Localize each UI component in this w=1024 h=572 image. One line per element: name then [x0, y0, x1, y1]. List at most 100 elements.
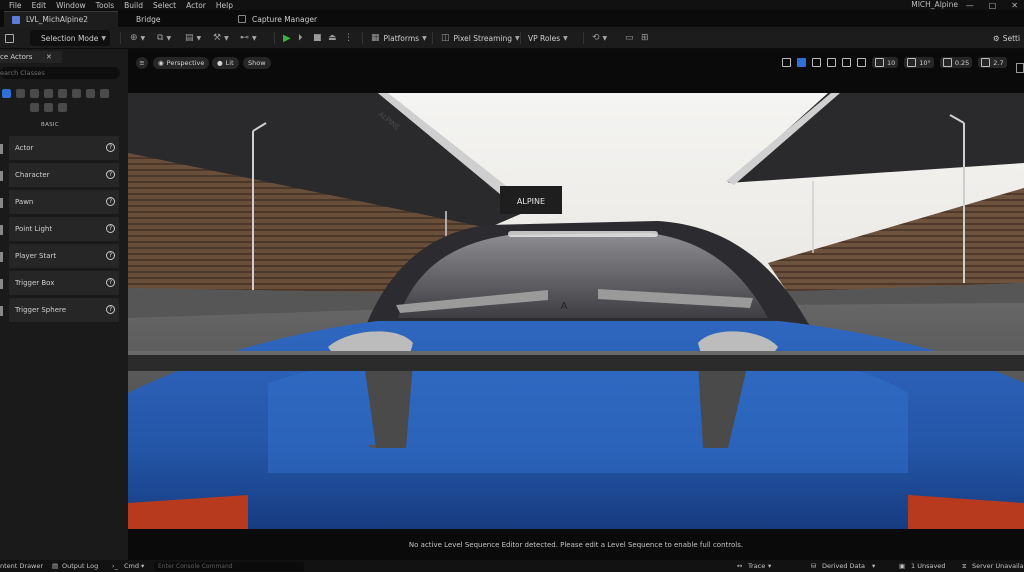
all-classes-category-icon[interactable]	[100, 89, 109, 98]
pixel-streaming-dropdown[interactable]: ◫ Pixel Streaming ▼	[441, 27, 520, 49]
geometry-category-icon[interactable]	[72, 89, 81, 98]
maximize-button[interactable]: □	[989, 1, 997, 10]
lights-category-icon[interactable]	[16, 89, 25, 98]
grid-snap-toggle[interactable]: 10	[872, 57, 899, 68]
move-tool-icon[interactable]	[797, 58, 806, 67]
actor-item-player-start[interactable]: Player Start ?	[9, 244, 119, 268]
play-button[interactable]: ▶	[283, 27, 291, 49]
minimize-button[interactable]: —	[966, 1, 974, 10]
rotate-tool-icon[interactable]	[812, 58, 821, 67]
recently-placed-icon[interactable]	[44, 103, 53, 112]
stop-icon[interactable]: ■	[313, 27, 322, 49]
trace-dropdown[interactable]: Trace	[748, 560, 765, 572]
menu-help[interactable]: Help	[211, 1, 238, 10]
launch-icon[interactable]: ⊷ ▼	[240, 27, 257, 49]
tab-capture-manager[interactable]: Capture Manager	[230, 11, 325, 27]
actor-item-point-light[interactable]: Point Light ?	[9, 217, 119, 241]
menu-edit[interactable]: Edit	[27, 1, 52, 10]
platforms-dropdown[interactable]: ▦ Platforms ▼	[371, 27, 427, 49]
vp-roles-dropdown[interactable]: VP Roles ▼	[528, 27, 568, 49]
lit-button[interactable]: ● Lit	[212, 57, 239, 69]
perspective-label: Perspective	[166, 59, 205, 67]
document-tab-bar: LVL_MichAlpine2 Bridge Capture Manager	[0, 10, 1024, 27]
shapes-category-icon[interactable]	[30, 89, 39, 98]
monitor-icon[interactable]: ▭	[625, 27, 634, 49]
search-classes-input[interactable]: earch Classes	[0, 67, 120, 79]
output-log-button[interactable]: Output Log	[62, 560, 98, 572]
close-icon[interactable]: ✕	[46, 51, 52, 63]
select-tool-icon[interactable]	[782, 58, 791, 67]
perspective-button[interactable]: ◉ Perspective	[153, 57, 210, 69]
surface-snap-icon[interactable]	[857, 58, 866, 67]
step-icon[interactable]: ⏵	[298, 27, 303, 49]
eject-icon[interactable]: ⏏	[328, 27, 337, 49]
navigation-icon[interactable]	[58, 103, 67, 112]
server-status[interactable]: Server Unavailab	[972, 560, 1024, 572]
menu-window[interactable]: Window	[51, 1, 91, 10]
chevron-down-icon: ▼	[514, 34, 520, 42]
close-window-button[interactable]: ✕	[1011, 1, 1018, 10]
help-icon[interactable]: ?	[106, 251, 115, 260]
cmd-dropdown[interactable]: Cmd	[124, 560, 139, 572]
scale-snap-toggle[interactable]: 0.25	[939, 57, 973, 68]
visual-effects-category-icon[interactable]	[58, 89, 67, 98]
menu-actor[interactable]: Actor	[181, 1, 211, 10]
menu-file[interactable]: File	[0, 1, 27, 10]
help-icon[interactable]: ?	[106, 170, 115, 179]
pixel-streaming-label: Pixel Streaming	[453, 33, 512, 43]
actor-item-trigger-box[interactable]: Trigger Box ?	[9, 271, 119, 295]
help-icon[interactable]: ?	[106, 143, 115, 152]
actor-item-label: Trigger Box	[15, 279, 55, 287]
actor-item-label: Point Light	[15, 225, 53, 233]
help-icon[interactable]: ?	[106, 278, 115, 287]
actor-item-character[interactable]: Character ?	[9, 163, 119, 187]
grid-icon[interactable]: ⊞	[641, 27, 649, 49]
cinematics-icon[interactable]: ▤ ▼	[185, 27, 201, 49]
volumes-category-icon[interactable]	[86, 89, 95, 98]
tab-level[interactable]: LVL_MichAlpine2	[4, 11, 118, 27]
blueprint-icon[interactable]: ⧉ ▼	[157, 27, 171, 49]
add-content-icon[interactable]: ⊕ ▼	[130, 27, 145, 49]
tab-bridge[interactable]: Bridge	[128, 11, 168, 27]
help-icon[interactable]: ?	[106, 197, 115, 206]
grid-snap-value: 10	[887, 58, 896, 67]
menu-bar: File Edit Window Tools Build Select Acto…	[0, 0, 1024, 10]
place-actors-tab[interactable]: ce Actors ✕	[0, 51, 62, 63]
transform-tools: 10 10° 0.25 2.7	[782, 56, 1007, 69]
viewport-menu-icon[interactable]: ≡	[136, 57, 148, 69]
save-icon[interactable]	[5, 27, 18, 49]
lit-icon: ●	[217, 59, 223, 67]
camera-speed-button[interactable]: 2.7	[978, 57, 1007, 68]
actor-item-label: Actor	[15, 144, 34, 152]
rotation-snap-toggle[interactable]: 10°	[904, 57, 934, 68]
actor-item-label: Pawn	[15, 198, 34, 206]
help-icon[interactable]: ?	[106, 305, 115, 314]
derived-data-dropdown[interactable]: Derived Data	[822, 560, 865, 572]
content-drawer-button[interactable]: ntent Drawer	[0, 560, 43, 572]
show-button[interactable]: Show	[243, 57, 271, 69]
unsaved-count[interactable]: 1 Unsaved	[911, 560, 945, 572]
help-icon[interactable]: ?	[106, 224, 115, 233]
settings-button[interactable]: ⚙ Setti	[993, 27, 1020, 49]
actor-item-trigger-sphere[interactable]: Trigger Sphere ?	[9, 298, 119, 322]
virtual-production-icon[interactable]	[30, 103, 39, 112]
actor-item-pawn[interactable]: Pawn ?	[9, 190, 119, 214]
menu-tools[interactable]: Tools	[91, 1, 119, 10]
cinematic-category-icon[interactable]	[44, 89, 53, 98]
source-control-icon[interactable]: ⟲ ▼	[592, 27, 607, 49]
world-space-icon[interactable]	[842, 58, 851, 67]
basic-category-icon[interactable]	[2, 89, 11, 98]
maximize-viewport-icon[interactable]	[1016, 63, 1024, 73]
build-icon[interactable]: ⚒ ▼	[213, 27, 229, 49]
actor-item-actor[interactable]: Actor ?	[9, 136, 119, 160]
unsaved-icon: ▣	[899, 562, 906, 570]
menu-select[interactable]: Select	[148, 1, 181, 10]
play-options-icon[interactable]: ⋮	[344, 27, 353, 49]
scale-tool-icon[interactable]	[827, 58, 836, 67]
selection-mode-dropdown[interactable]: Selection Mode ▼	[30, 30, 110, 46]
chevron-down-icon: ▼	[422, 34, 427, 42]
console-command-input[interactable]: Enter Console Command	[154, 562, 304, 571]
category-label: BASIC	[41, 122, 59, 128]
viewport-scene[interactable]: ALPINE ALPINE A	[128, 93, 1024, 529]
menu-build[interactable]: Build	[119, 1, 148, 10]
